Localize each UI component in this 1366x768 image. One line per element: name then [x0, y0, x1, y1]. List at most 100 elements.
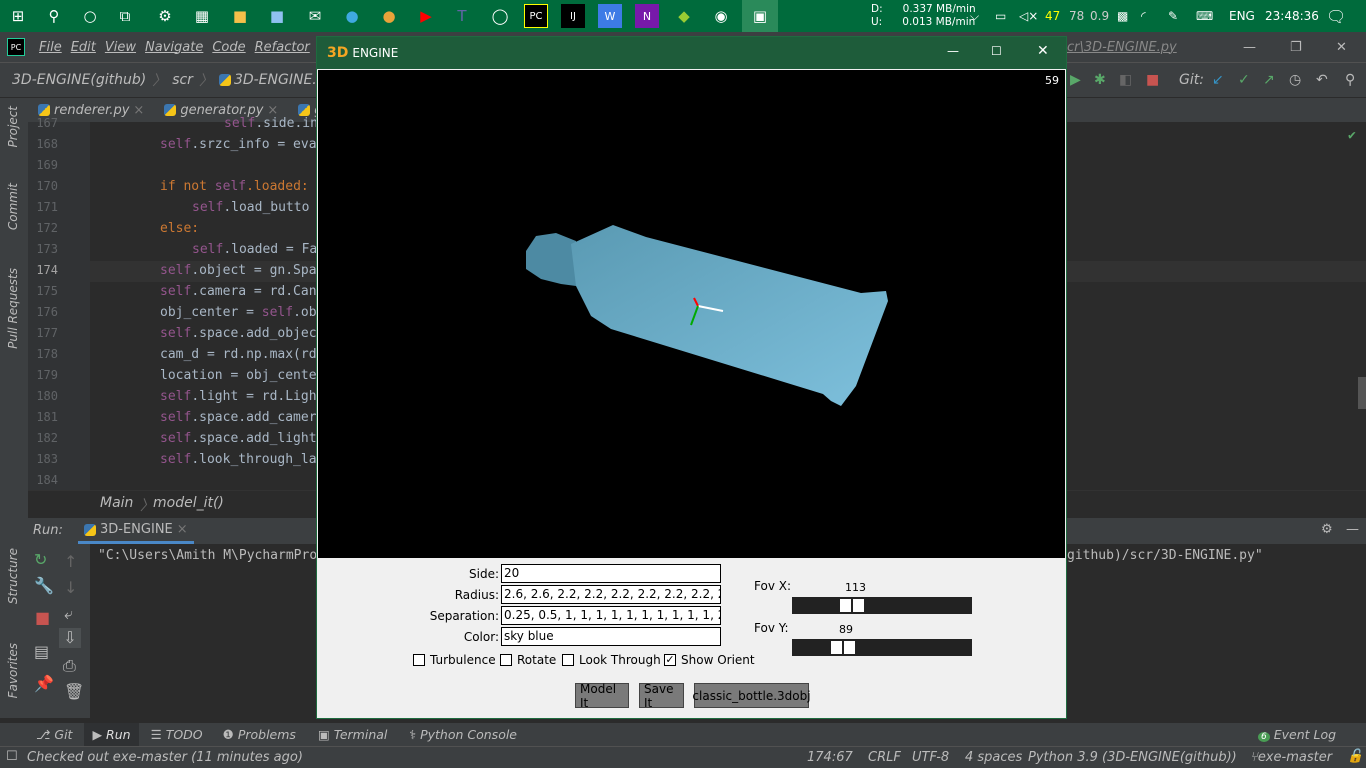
inspection-ok-icon[interactable]: ✔	[1348, 128, 1356, 143]
word-app-icon[interactable]: W	[598, 4, 622, 28]
wifi-icon[interactable]: ◜	[1141, 0, 1146, 32]
youtube-icon[interactable]: ▶	[414, 4, 438, 28]
checkbox-box[interactable]	[500, 654, 512, 666]
close-tab-icon[interactable]: ×	[133, 103, 144, 118]
task-view-icon[interactable]: ⧉	[113, 4, 137, 28]
settings-icon[interactable]: ⚙	[153, 4, 177, 28]
menu-edit[interactable]: Edit	[71, 40, 96, 55]
run-icon[interactable]: ▶	[1070, 72, 1081, 88]
menu-code[interactable]: Code	[212, 40, 245, 55]
whatsapp-icon[interactable]: ◯	[488, 4, 512, 28]
steam-icon[interactable]: ◉	[709, 4, 733, 28]
clock[interactable]: 23:48:36	[1265, 0, 1319, 32]
look-through-checkbox[interactable]: Look Through	[562, 653, 661, 667]
windows-start-icon[interactable]: ⊞	[6, 4, 30, 28]
run-tab[interactable]: 3D-ENGINE ×	[78, 518, 194, 544]
tool-favorites[interactable]: Favorites	[6, 643, 20, 698]
close-icon[interactable]: ✕	[1336, 40, 1347, 55]
maximize-icon[interactable]: ☐	[991, 44, 1002, 58]
separation-input[interactable]: 0.25, 0.5, 1, 1, 1, 1, 1, 1, 1, 1, 1, 1,…	[501, 606, 721, 625]
bottom-tab-todo[interactable]: ☰ TODO	[151, 727, 203, 742]
event-log-button[interactable]: 6 Event Log	[1258, 727, 1336, 742]
bottom-tab-git[interactable]: ⎇ Git	[36, 727, 72, 742]
crumb-method[interactable]: model_it()	[153, 495, 224, 511]
file-explorer-icon[interactable]: ■	[228, 4, 252, 28]
wrench-icon[interactable]: 🔧	[34, 576, 54, 595]
indent-setting[interactable]: 4 spaces	[965, 750, 1022, 765]
checkbox-box[interactable]	[413, 654, 425, 666]
crumb-class[interactable]: Main	[100, 495, 133, 511]
soft-wrap-icon[interactable]: ⤶	[64, 604, 73, 624]
slider-thumb[interactable]	[839, 598, 867, 613]
pen-icon[interactable]: ✎	[1168, 0, 1178, 32]
chrome-icon[interactable]: ●	[377, 4, 401, 28]
bluestacks-icon[interactable]: ◆	[672, 4, 696, 28]
file-encoding[interactable]: UTF-8	[912, 750, 949, 765]
trash-icon[interactable]: 🗑	[64, 682, 84, 701]
minimize-icon[interactable]: —	[1243, 40, 1256, 55]
hide-panel-icon[interactable]: —	[1346, 522, 1359, 537]
python-interpreter[interactable]: Python 3.9 (3D-ENGINE(github))	[1028, 750, 1237, 765]
bottom-tab-run[interactable]: ▶ Run	[84, 723, 139, 746]
teams-icon[interactable]: T	[450, 4, 474, 28]
cortana-icon[interactable]: ○	[78, 4, 102, 28]
render-canvas[interactable]: 59	[318, 70, 1065, 558]
meter-icon[interactable]: ▩	[1117, 0, 1128, 32]
keyboard-icon[interactable]: ⌨	[1196, 0, 1213, 32]
breadcrumb-project[interactable]: 3D-ENGINE(github)	[12, 72, 146, 88]
lock-icon[interactable]: 🔓	[1347, 749, 1363, 764]
tool-structure[interactable]: Structure	[6, 548, 20, 604]
layout-icon[interactable]: ▤	[34, 642, 49, 661]
debug-icon[interactable]: ✱	[1094, 72, 1106, 88]
onenote-icon[interactable]: N	[635, 4, 659, 28]
color-input[interactable]: sky blue	[501, 627, 721, 646]
history-icon[interactable]: ◷	[1289, 72, 1301, 88]
git-commit-icon[interactable]: ✓	[1238, 72, 1250, 88]
breadcrumb-folder[interactable]: scr	[172, 72, 193, 88]
editor-scrollbar[interactable]	[1358, 377, 1366, 409]
save-it-button[interactable]: Save It	[639, 682, 684, 710]
tool-commit[interactable]: Commit	[6, 183, 20, 230]
mute-icon[interactable]: ◁×	[1019, 0, 1038, 32]
close-icon[interactable]: ✕	[1037, 43, 1049, 59]
load-file-button[interactable]: classic_bottle.3dobj	[692, 683, 811, 708]
down-arrow-icon[interactable]: ↓	[64, 578, 77, 597]
rollback-icon[interactable]: ↶	[1316, 72, 1328, 88]
git-push-icon[interactable]: ↗	[1263, 72, 1275, 88]
intellij-icon[interactable]: IJ	[561, 4, 585, 28]
restore-icon[interactable]: ❐	[1290, 40, 1302, 55]
menu-navigate[interactable]: Navigate	[145, 40, 203, 55]
bottom-tab-problems[interactable]: ❶ Problems	[223, 727, 296, 742]
rotate-checkbox[interactable]: Rotate	[500, 653, 556, 667]
menu-file[interactable]: File	[39, 40, 62, 55]
status-toggle-icon[interactable]: ☐	[6, 749, 18, 764]
python-app-icon[interactable]: ▣	[742, 0, 778, 32]
scroll-to-end-icon[interactable]: ⇩	[59, 628, 81, 648]
rerun-icon[interactable]: ↻	[34, 550, 47, 569]
checkbox-box[interactable]: ✓	[664, 654, 676, 666]
git-branch[interactable]: ⑂exe-master	[1250, 750, 1332, 765]
battery-icon[interactable]: ▭	[995, 0, 1006, 32]
minimize-icon[interactable]: —	[947, 44, 959, 58]
pycharm-icon[interactable]: PC	[524, 4, 548, 28]
edge-icon[interactable]: ●	[340, 4, 364, 28]
calculator-icon[interactable]: ▦	[190, 4, 214, 28]
settings-icon[interactable]: ⚙	[1321, 522, 1333, 537]
search-icon[interactable]: ⚲	[1345, 72, 1355, 88]
menu-view[interactable]: View	[105, 40, 136, 55]
line-separator[interactable]: CRLF	[868, 750, 901, 765]
close-tab-icon[interactable]: ×	[177, 522, 188, 537]
tool-project[interactable]: Project	[6, 106, 20, 148]
tool-pull-requests[interactable]: Pull Requests	[6, 268, 20, 349]
chevron-up-icon[interactable]: ⌵	[970, 0, 979, 32]
mail-icon[interactable]: ✉	[303, 4, 327, 28]
up-arrow-icon[interactable]: ↑	[64, 552, 77, 571]
finder-icon[interactable]: ■	[265, 4, 289, 28]
pin-icon[interactable]: 📌	[34, 674, 54, 693]
show-orient-checkbox[interactable]: ✓ Show Orient	[664, 653, 755, 667]
fov-x-slider[interactable]	[792, 597, 972, 614]
turbulence-checkbox[interactable]: Turbulence	[413, 653, 496, 667]
print-icon[interactable]: ⎙	[63, 656, 76, 676]
fov-y-slider[interactable]	[792, 639, 972, 656]
slider-thumb[interactable]	[830, 640, 858, 655]
